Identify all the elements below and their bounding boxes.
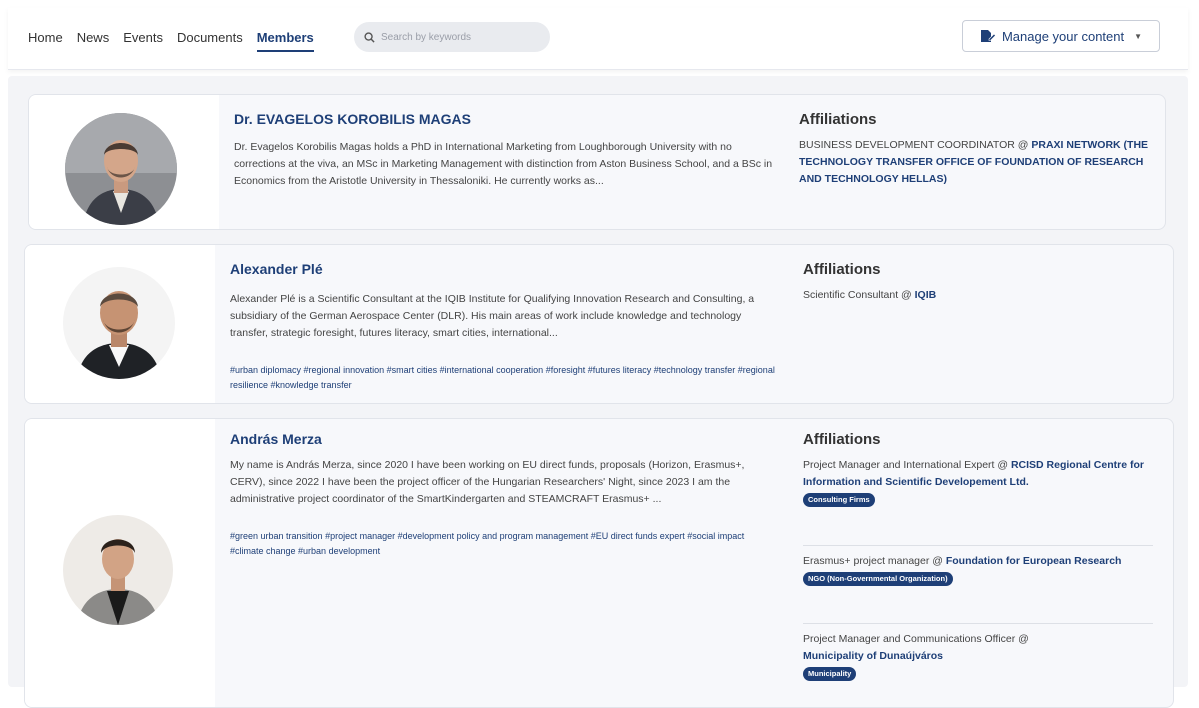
affiliation-item: BUSINESS DEVELOPMENT COORDINATOR @ PRAXI… bbox=[799, 137, 1164, 188]
chevron-down-icon: ▼ bbox=[1134, 31, 1143, 41]
photo-column bbox=[29, 95, 219, 229]
avatar[interactable] bbox=[65, 113, 177, 225]
affiliation-org-link[interactable]: Foundation for European Research bbox=[946, 555, 1122, 567]
affiliation-role: BUSINESS DEVELOPMENT COORDINATOR @ bbox=[799, 139, 1032, 151]
affiliation-divider bbox=[803, 545, 1153, 546]
organization-type-badge: NGO (Non-Governmental Organization) bbox=[803, 572, 953, 586]
member-bio: My name is András Merza, since 2020 I ha… bbox=[230, 459, 745, 505]
affiliation-item: Project Manager and Communications Offic… bbox=[803, 631, 1163, 682]
manage-content-label: Manage your content bbox=[1001, 28, 1125, 44]
member-tags[interactable]: #urban diplomacy #regional innovation #s… bbox=[230, 363, 775, 393]
manage-content-button[interactable]: Manage your content ▼ bbox=[962, 20, 1160, 52]
member-card[interactable]: Dr. EVAGELOS KOROBILIS MAGAS Dr. Evagelo… bbox=[28, 94, 1166, 230]
affiliation-item: Scientific Consultant @ IQIB bbox=[803, 287, 1163, 304]
affiliations-heading: Affiliations bbox=[803, 261, 881, 278]
member-card[interactable]: András Merza My name is András Merza, si… bbox=[24, 418, 1174, 708]
search-input[interactable] bbox=[381, 31, 531, 43]
members-list: Dr. EVAGELOS KOROBILIS MAGAS Dr. Evagelo… bbox=[8, 76, 1188, 708]
document-edit-icon bbox=[980, 30, 996, 42]
member-name[interactable]: Alexander Plé bbox=[230, 261, 323, 277]
member-tags[interactable]: #green urban transition #project manager… bbox=[230, 529, 775, 559]
affiliation-divider bbox=[803, 623, 1153, 624]
member-bio: Dr. Evagelos Korobilis Magas holds a PhD… bbox=[234, 141, 773, 187]
member-name[interactable]: András Merza bbox=[230, 431, 322, 447]
nav-item-events[interactable]: Events bbox=[123, 30, 163, 52]
organization-type-badge: Municipality bbox=[803, 667, 857, 681]
affiliation-role: Scientific Consultant @ bbox=[803, 289, 915, 301]
member-card[interactable]: Alexander Plé Alexander Plé is a Scienti… bbox=[24, 244, 1174, 404]
nav-item-documents[interactable]: Documents bbox=[177, 30, 243, 52]
affiliations-heading: Affiliations bbox=[803, 431, 881, 448]
nav-item-news[interactable]: News bbox=[77, 30, 110, 52]
avatar[interactable] bbox=[63, 267, 175, 379]
member-bio: Alexander Plé is a Scientific Consultant… bbox=[230, 293, 755, 339]
affiliation-item: Erasmus+ project manager @ Foundation fo… bbox=[803, 553, 1163, 587]
affiliation-item: Project Manager and International Expert… bbox=[803, 457, 1163, 508]
nav-item-members[interactable]: Members bbox=[256, 30, 314, 52]
photo-column bbox=[25, 419, 215, 707]
search-icon bbox=[364, 31, 375, 43]
top-navigation-bar: Home News Events Documents Members Manag… bbox=[8, 8, 1188, 70]
nav-item-home[interactable]: Home bbox=[28, 30, 63, 52]
main-nav: Home News Events Documents Members bbox=[28, 30, 314, 52]
affiliation-org-link[interactable]: Municipality of Dunaújváros bbox=[803, 650, 943, 662]
affiliation-role: Erasmus+ project manager @ bbox=[803, 555, 946, 567]
affiliations-heading: Affiliations bbox=[799, 111, 877, 128]
organization-type-badge: Consulting Firms bbox=[803, 493, 875, 507]
affiliation-role: Project Manager and International Expert… bbox=[803, 459, 1011, 471]
affiliation-role: Project Manager and Communications Offic… bbox=[803, 633, 1029, 645]
search-box[interactable] bbox=[354, 22, 550, 52]
affiliation-org-link[interactable]: IQIB bbox=[915, 289, 937, 301]
avatar[interactable] bbox=[63, 515, 173, 625]
member-name[interactable]: Dr. EVAGELOS KOROBILIS MAGAS bbox=[234, 111, 471, 127]
photo-column bbox=[25, 245, 215, 403]
